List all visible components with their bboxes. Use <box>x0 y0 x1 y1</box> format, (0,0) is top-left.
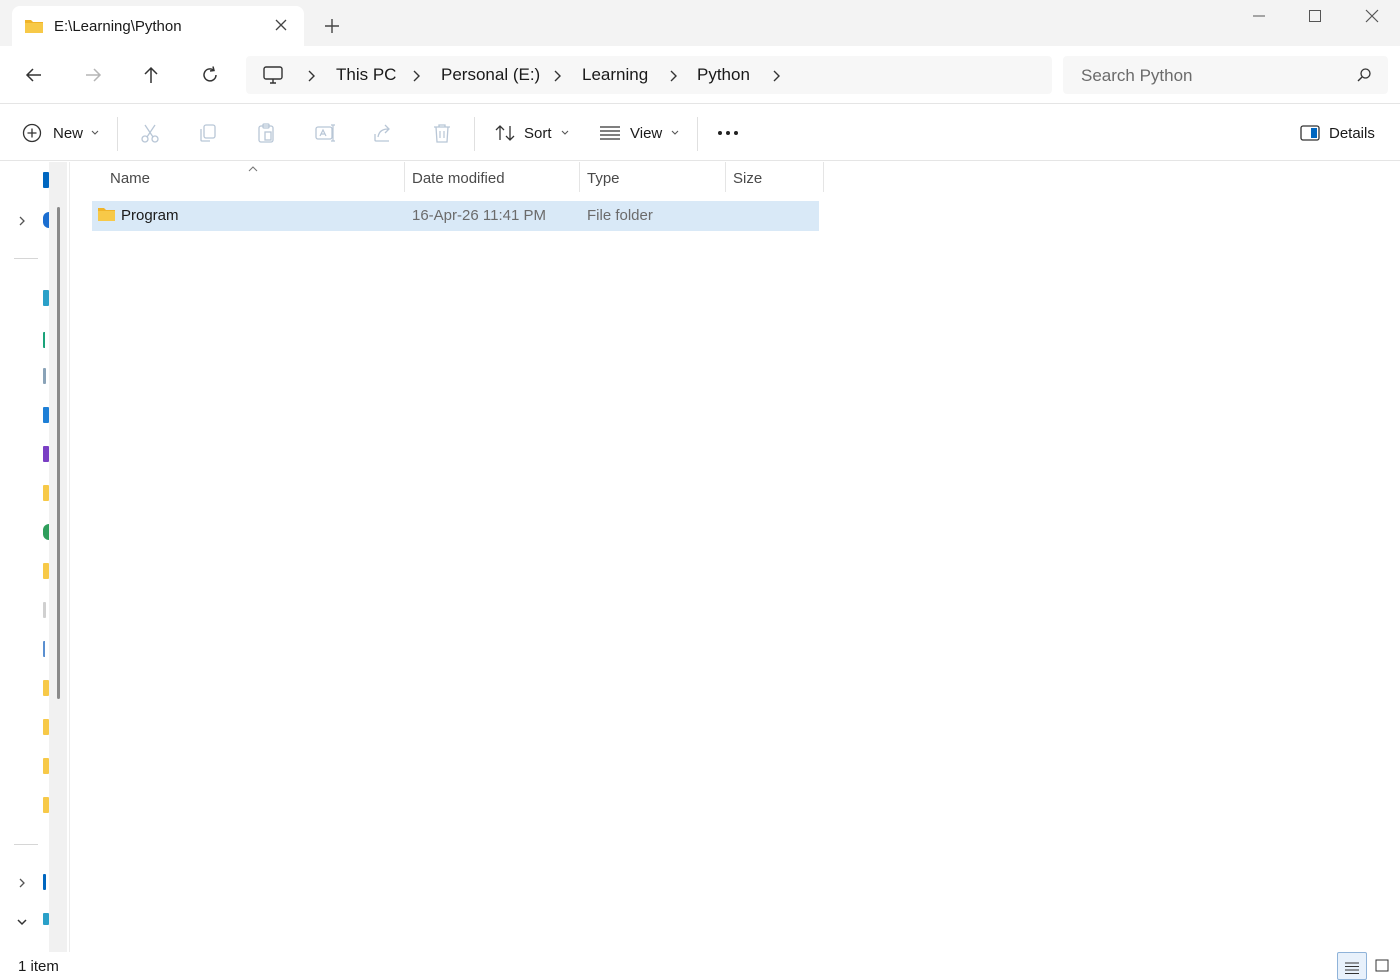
column-name-label: Name <box>110 170 151 187</box>
divider <box>14 844 38 845</box>
details-pane-button[interactable]: Details <box>1300 119 1375 147</box>
arrow-right-icon <box>82 64 104 86</box>
column-header-size[interactable]: Size <box>733 162 823 194</box>
tiles-view-icon <box>1375 959 1389 978</box>
more-icon[interactable] <box>716 119 740 147</box>
chevron-right-icon[interactable] <box>668 69 678 82</box>
close-icon[interactable] <box>1352 4 1392 28</box>
tab-python[interactable]: E:\Learning\Python <box>12 6 304 46</box>
column-header-type[interactable]: Type <box>587 162 725 194</box>
chevron-right-icon[interactable] <box>771 69 781 82</box>
chevron-right-icon[interactable] <box>411 69 421 82</box>
refresh-icon[interactable] <box>199 64 221 86</box>
chevron-right-icon[interactable] <box>16 876 28 888</box>
copy-icon <box>197 119 219 147</box>
view-button[interactable]: View <box>599 119 679 147</box>
column-divider[interactable] <box>404 162 405 192</box>
plus-circle-icon <box>22 123 42 143</box>
sort-button[interactable]: Sort <box>494 119 569 147</box>
sidebar-scrollbar-thumb[interactable] <box>57 207 60 699</box>
file-list[interactable]: Name Date modified Type Size Program 16-… <box>71 162 1400 952</box>
breadcrumb-personal-e[interactable]: Personal (E:) <box>441 65 540 85</box>
chevron-down-icon <box>561 130 569 136</box>
column-header-date[interactable]: Date modified <box>412 162 580 194</box>
column-date-label: Date modified <box>412 170 505 187</box>
search-placeholder: Search Python <box>1081 66 1193 85</box>
details-view-button[interactable] <box>1337 952 1367 980</box>
column-size-label: Size <box>733 170 763 187</box>
navigation-bar: This PC Personal (E:) Learning Python Se… <box>0 46 1400 104</box>
table-row[interactable]: Program 16-Apr-26 11:41 PM File folder <box>92 201 819 231</box>
chevron-down-icon <box>91 130 99 136</box>
address-bar[interactable]: This PC Personal (E:) Learning Python <box>246 56 1052 94</box>
divider <box>14 258 38 259</box>
tiles-view-button[interactable] <box>1370 954 1396 980</box>
plus-icon[interactable] <box>322 16 342 36</box>
sort-label: Sort <box>524 124 552 142</box>
status-bar: 1 item <box>0 952 1400 980</box>
details-view-icon <box>1345 961 1359 979</box>
row-name: Program <box>121 207 179 224</box>
divider <box>117 117 118 151</box>
documents-icon[interactable] <box>43 368 46 384</box>
file-icon[interactable] <box>43 602 46 618</box>
column-header-name[interactable]: Name <box>109 162 405 194</box>
column-divider[interactable] <box>725 162 726 192</box>
minimize-icon[interactable] <box>1239 4 1279 28</box>
monitor-icon[interactable] <box>262 65 284 90</box>
column-type-label: Type <box>587 170 620 187</box>
breadcrumb-learning[interactable]: Learning <box>582 65 648 85</box>
breadcrumb-this-pc[interactable]: This PC <box>336 65 396 85</box>
maximize-icon[interactable] <box>1295 4 1335 28</box>
row-date: 16-Apr-26 11:41 PM <box>412 207 546 224</box>
chevron-down-icon[interactable] <box>16 915 28 927</box>
breadcrumb-python[interactable]: Python <box>697 65 750 85</box>
search-icon[interactable] <box>1356 67 1372 88</box>
tab-title: E:\Learning\Python <box>54 18 182 35</box>
search-input[interactable]: Search Python <box>1063 56 1388 94</box>
this-pc-icon[interactable] <box>43 874 46 890</box>
view-list-icon <box>599 125 621 141</box>
arrow-left-icon[interactable] <box>23 64 45 86</box>
arrow-up-icon[interactable] <box>140 64 162 86</box>
new-label: New <box>53 124 84 142</box>
item-count: 1 item <box>18 958 59 975</box>
chevron-right-icon[interactable] <box>552 69 562 82</box>
new-button[interactable]: New <box>22 119 99 147</box>
view-label: View <box>630 124 663 142</box>
folder-icon <box>97 207 116 227</box>
divider <box>474 117 475 151</box>
rename-icon <box>314 119 336 147</box>
chevron-right-icon[interactable] <box>306 69 316 82</box>
cut-icon <box>139 119 161 147</box>
share-icon <box>372 119 394 147</box>
column-divider[interactable] <box>579 162 580 192</box>
command-bar: New Sort View Details <box>0 105 1400 161</box>
paste-icon <box>255 119 277 147</box>
folder-icon <box>24 18 44 39</box>
details-pane-icon <box>1300 125 1320 141</box>
divider <box>697 117 698 151</box>
column-divider[interactable] <box>823 162 824 192</box>
title-bar: E:\Learning\Python <box>0 0 1400 46</box>
chevron-down-icon <box>671 130 679 136</box>
details-label: Details <box>1329 124 1375 142</box>
close-tab-icon[interactable] <box>272 16 290 34</box>
delete-icon <box>431 119 453 147</box>
sort-icon <box>494 123 516 143</box>
chevron-right-icon[interactable] <box>16 214 28 226</box>
row-type: File folder <box>587 207 653 224</box>
